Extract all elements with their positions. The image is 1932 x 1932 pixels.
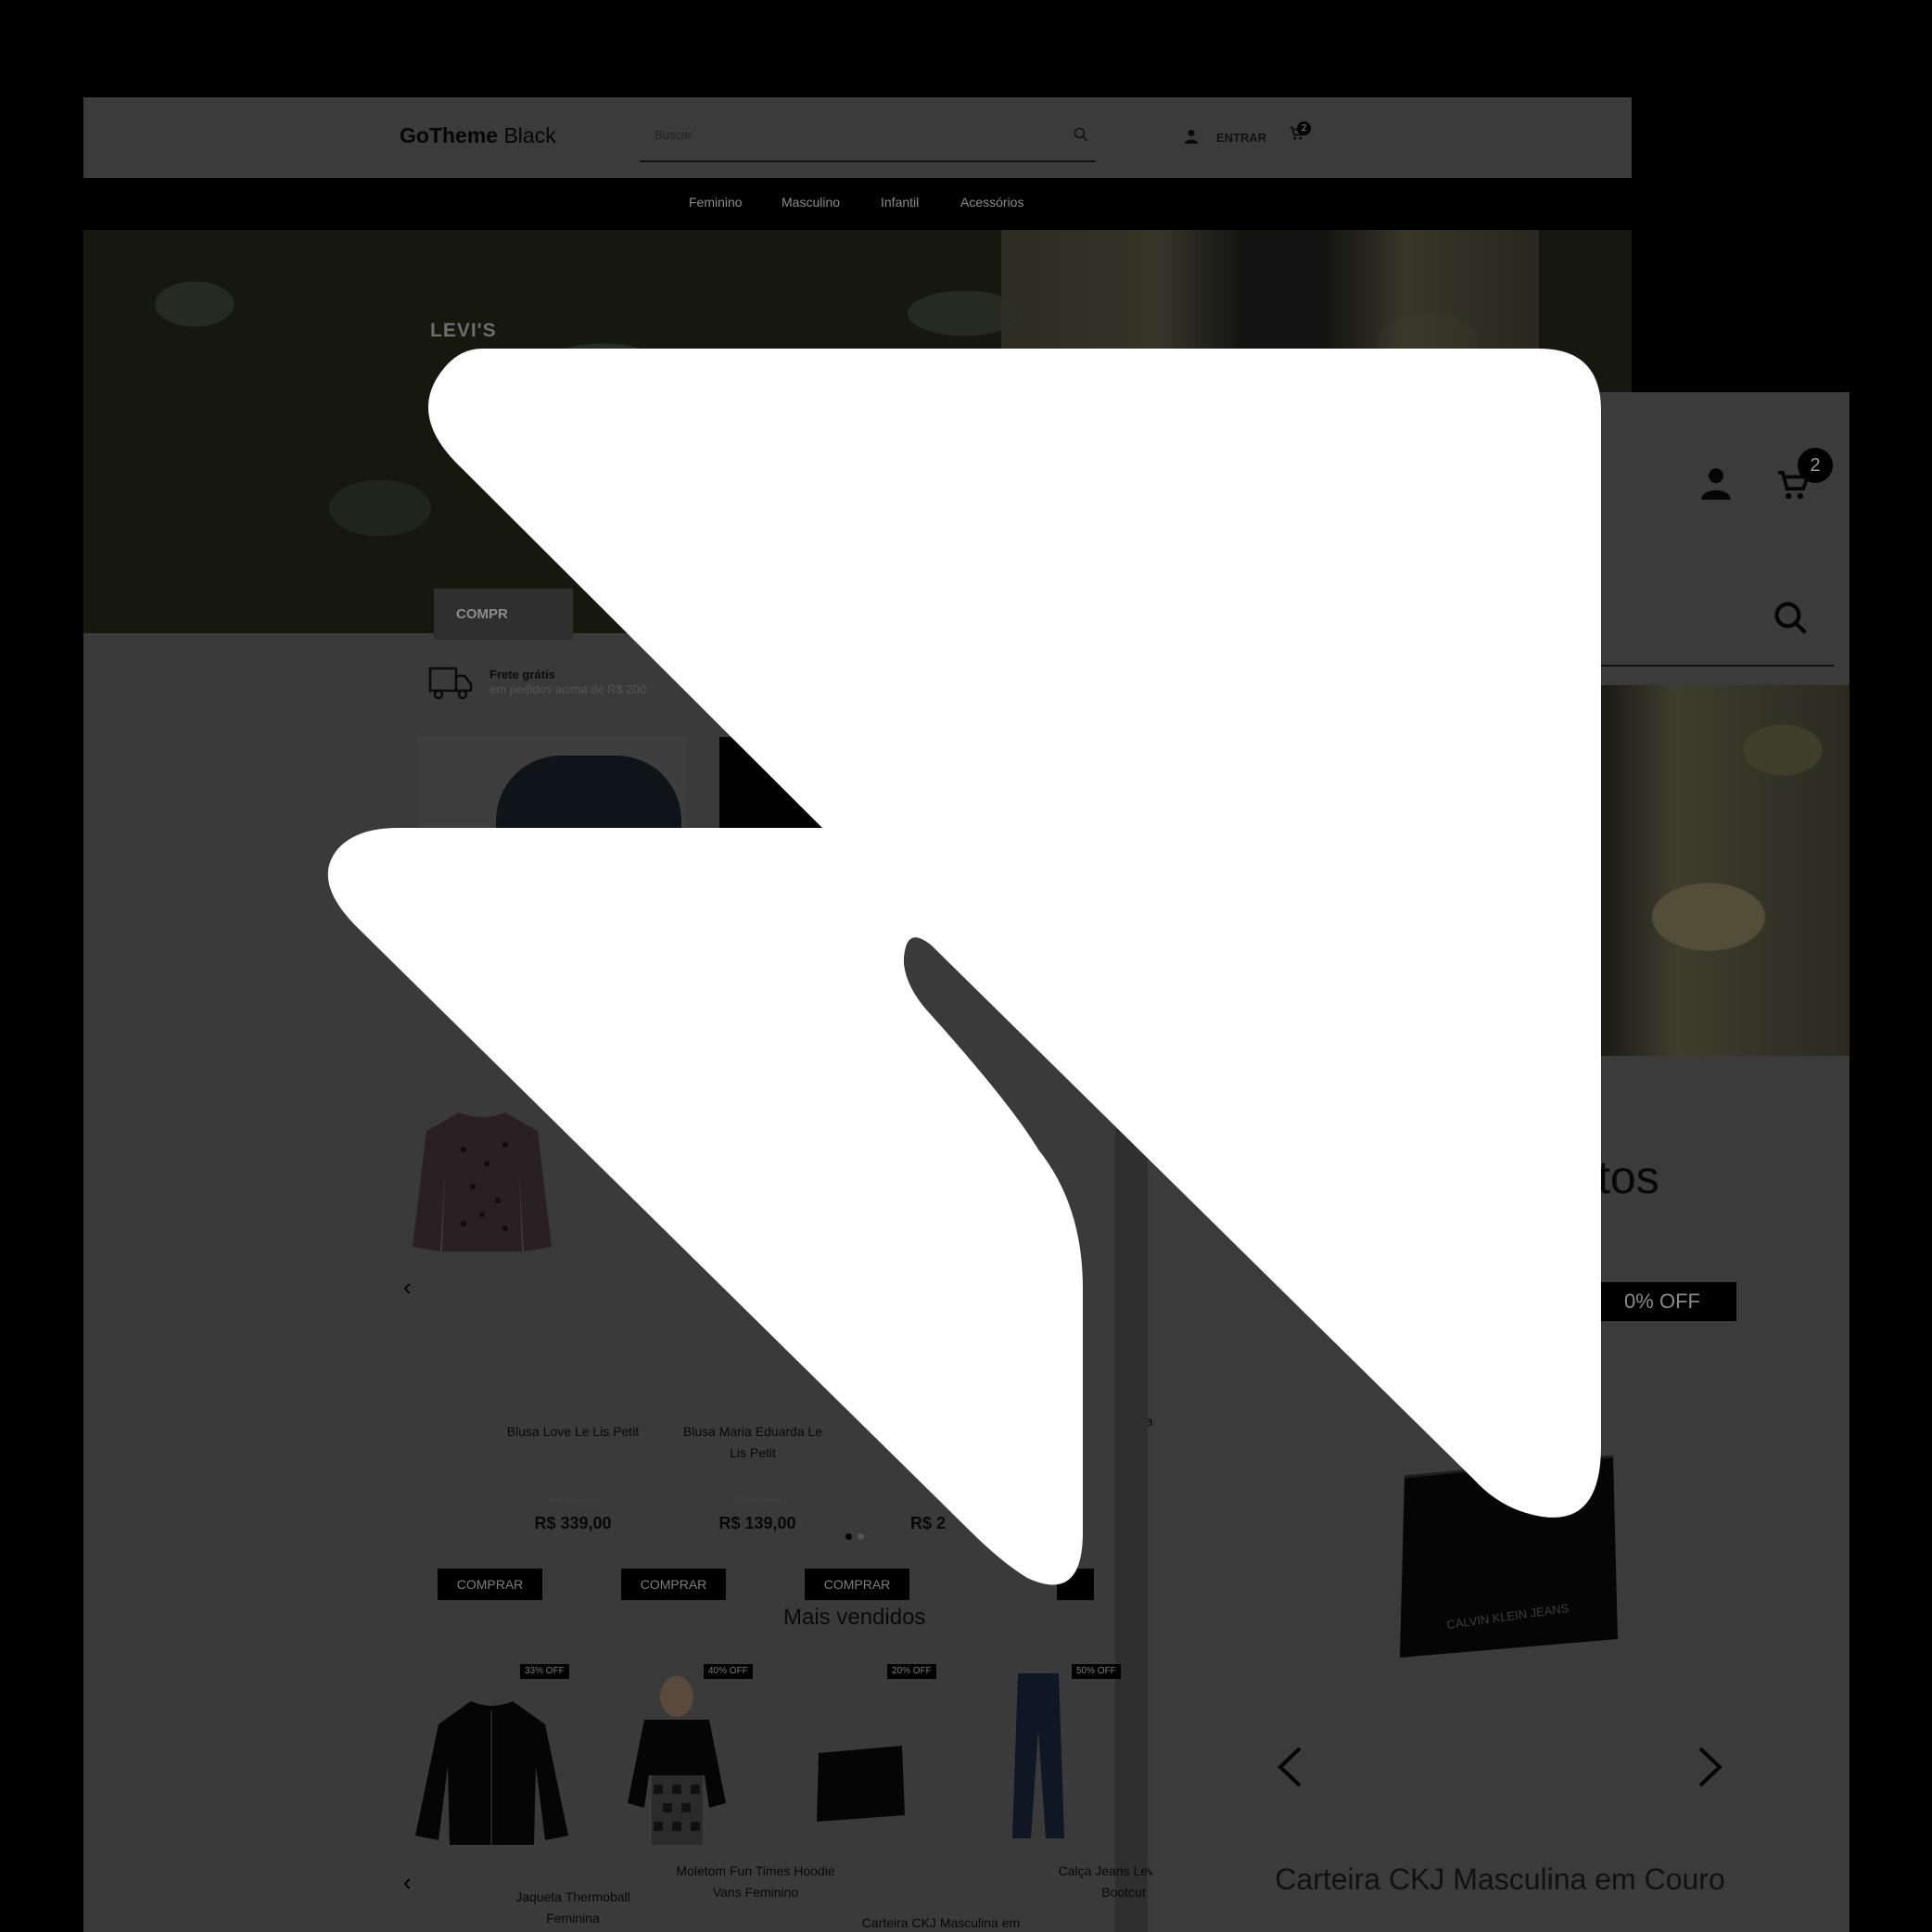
hero-cta-button[interactable]: COMPR [434,589,573,640]
user-icon[interactable] [1699,466,1733,504]
product-image-jacket[interactable] [415,1692,568,1854]
product-image-jeans[interactable] [1010,1673,1066,1845]
nav-item-feminino[interactable]: Feminino [689,195,743,210]
buy-button-partial[interactable] [1057,1569,1094,1600]
chevron-right-icon[interactable] [1697,1746,1724,1799]
product-image-sweater[interactable] [413,1094,552,1265]
buy-button[interactable]: COMPRAR [805,1569,909,1600]
section-title-partial: tos [1597,1151,1659,1203]
main-nav [83,178,1632,230]
shipping-subtitle: em pedidos acima de R$ 200 [489,682,647,696]
hero-brand: LEVI'S [430,320,497,341]
search-bar [640,120,1096,162]
search-icon[interactable] [1074,127,1088,146]
nav-item-infantil[interactable]: Infantil [881,195,919,210]
carousel-dot[interactable] [858,1533,864,1540]
chevron-left-icon[interactable] [1276,1746,1303,1799]
search-icon[interactable] [1773,601,1809,641]
user-icon[interactable] [1184,129,1199,148]
logo-light-text: Black [503,123,556,147]
product-price: R$ 339,00 [534,1514,612,1532]
discount-badge: 20% OFF [887,1664,936,1679]
product-image-hoodie[interactable] [626,1673,728,1854]
product-name[interactable]: Carteira CKJ Masculina em Couro [1208,1857,1792,1901]
search-input[interactable] [653,127,1055,143]
chevron-left-icon[interactable]: ‹ [403,1868,412,1897]
shipping-title: Frete grátis [489,667,555,681]
product-price: R$ 2 [909,1514,946,1532]
promo-banner-1[interactable] [417,737,686,960]
discount-badge: 50% OFF [1072,1664,1121,1679]
promo-banner-2[interactable] [719,737,905,960]
product-name[interactable]: Jaqueta Thermoball Feminina [489,1887,656,1929]
product-image-wallet[interactable]: CALVIN KLEIN JEANS [1395,1449,1622,1676]
section-title-best-sellers: Mais vendidos [783,1605,926,1630]
product-name[interactable]: Moletom Fun Times Hoodie Vans Feminino [672,1861,839,1903]
carousel-dot-active[interactable] [845,1533,852,1540]
nav-item-masculino[interactable]: Masculino [782,195,840,210]
product-image-wallet[interactable] [814,1736,907,1834]
login-link[interactable]: ENTRAR [1216,131,1266,145]
logo-bold-text: GoTheme [400,123,499,147]
mobile-hero-banner[interactable] [1152,685,1849,1056]
product-old-price: R$ 199,00 [733,1495,782,1506]
buy-button[interactable]: COMPRAR [438,1569,542,1600]
scroll-divider [1115,1061,1148,1932]
product-name[interactable]: Blusa Love Le Lis Petit [489,1421,656,1443]
cart-count-badge: 2 [1297,121,1311,135]
nav-item-acessorios[interactable]: Acessórios [960,195,1023,210]
discount-badge: 0% OFF [1588,1282,1736,1321]
cart-count-badge: 2 [1798,448,1833,483]
mobile-screenshot: 2 tos 0% OFF CALVIN KLEIN JEANS Carteira… [1152,392,1849,1932]
chevron-left-icon[interactable]: ‹ [403,1273,412,1302]
discount-badge: 33% OFF [520,1664,569,1679]
product-name[interactable]: Blusa Maria Eduarda Le Lis Petit [674,1421,832,1464]
buy-button[interactable]: COMPRAR [621,1569,726,1600]
product-image-blouse[interactable] [706,1191,785,1247]
truck-icon [428,665,473,706]
mobile-search-bar[interactable] [1152,550,1834,667]
product-name[interactable]: Carteira CKJ Masculina em [853,1913,1029,1932]
product-old-price: R$ 399,00 [549,1495,597,1506]
site-logo[interactable]: GoTheme Black [400,123,556,148]
